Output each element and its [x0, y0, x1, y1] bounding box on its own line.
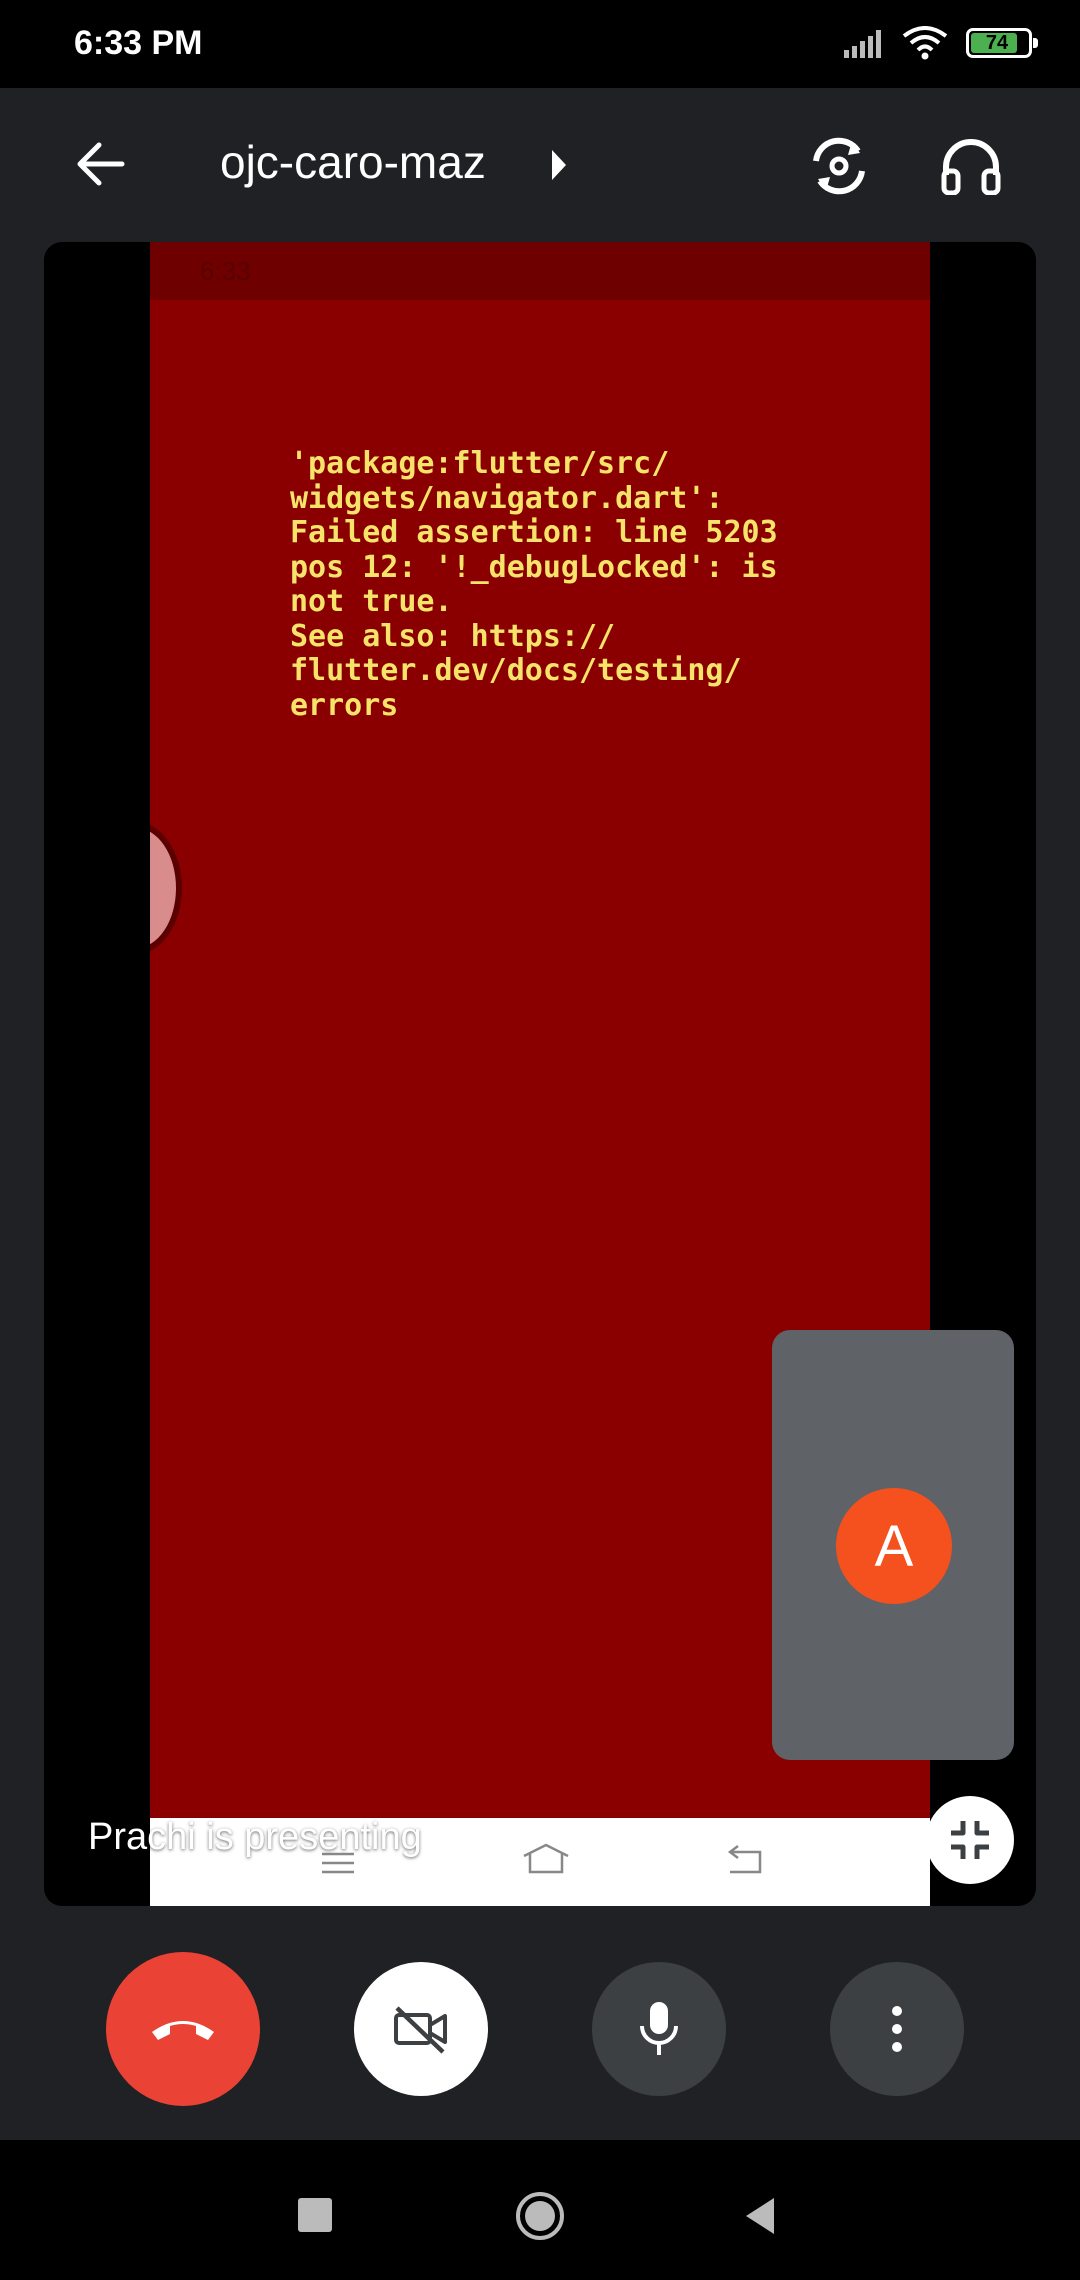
back-button[interactable] — [68, 132, 132, 196]
end-call-button[interactable] — [106, 1952, 260, 2106]
home-button[interactable] — [514, 2190, 566, 2242]
floating-bubble — [150, 822, 182, 954]
recents-button[interactable] — [298, 2198, 332, 2232]
signal-icon — [844, 30, 881, 58]
camera-toggle-button[interactable] — [354, 1962, 488, 2096]
switch-camera-icon — [813, 137, 865, 195]
presentation-stage: 6:33 'package:flutter/src/ widgets/navig… — [44, 242, 1036, 1906]
microphone-icon — [640, 2002, 678, 2055]
switch-camera-button[interactable] — [800, 132, 878, 200]
battery-level: 74 — [985, 32, 1009, 54]
battery-icon: 74 — [966, 28, 1038, 58]
status-icons: 74 — [844, 26, 1038, 60]
status-time: 6:33 PM — [74, 24, 203, 62]
meeting-title[interactable]: ojc-caro-maz — [220, 135, 486, 189]
back-arrow-icon — [77, 142, 125, 186]
home-outline-icon — [523, 1843, 569, 1874]
shared-status-bar — [150, 242, 930, 300]
minimize-button[interactable] — [926, 1796, 1014, 1884]
self-view-tile[interactable]: A — [772, 1330, 1014, 1760]
camera-off-icon — [394, 2006, 447, 2054]
return-icon — [727, 1845, 762, 1874]
audio-output-button[interactable] — [934, 132, 1008, 200]
shared-status-time: 6:33 — [200, 256, 251, 286]
top-bar — [0, 88, 1080, 242]
more-vert-icon — [892, 2006, 902, 2052]
end-call-icon — [152, 2021, 214, 2040]
wifi-icon — [902, 26, 948, 60]
avatar: A — [836, 1488, 952, 1604]
microphone-button[interactable] — [592, 1962, 726, 2096]
presenter-label: Prachi is presenting — [88, 1816, 422, 1858]
error-message: 'package:flutter/src/ widgets/navigator.… — [290, 446, 778, 723]
headphones-icon — [941, 139, 1001, 195]
back-nav-button[interactable] — [742, 2196, 778, 2236]
more-options-button[interactable] — [830, 1962, 964, 2096]
caret-right-icon[interactable] — [548, 148, 570, 182]
minimize-icon — [951, 1821, 989, 1859]
